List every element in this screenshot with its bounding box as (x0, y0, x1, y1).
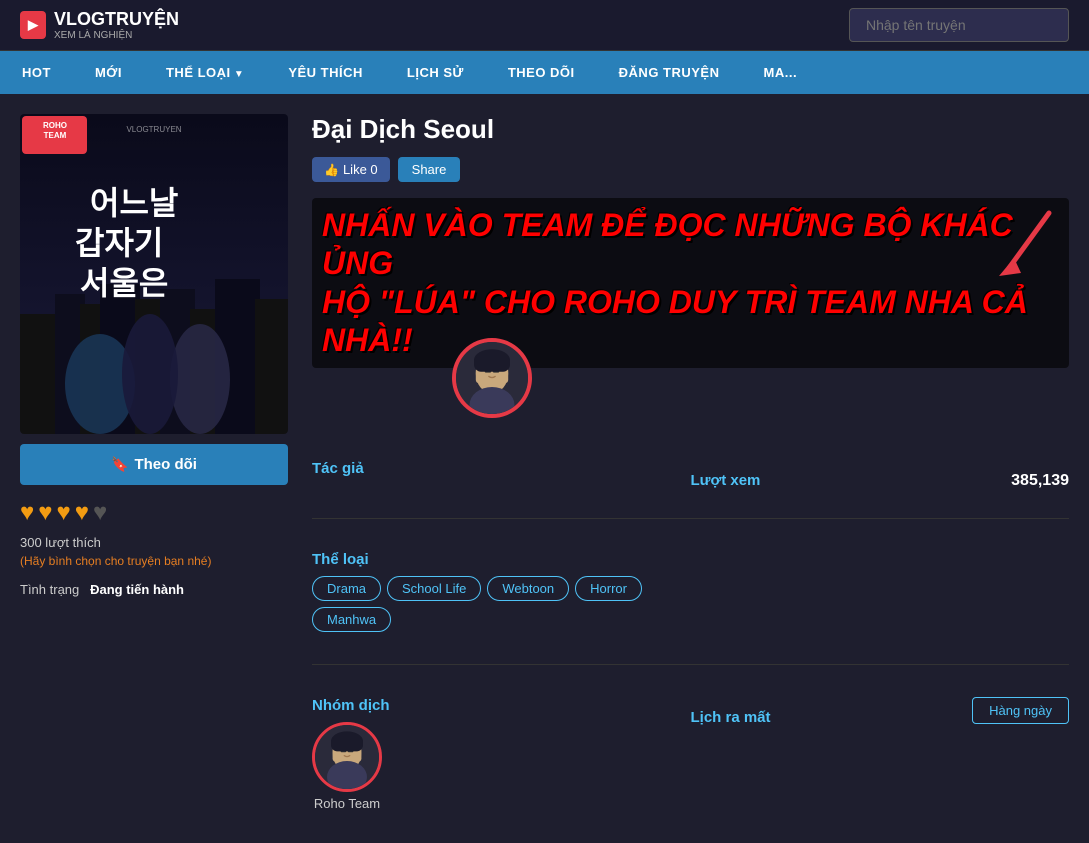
genre-drama[interactable]: Drama (312, 576, 381, 601)
manga-title: Đại Dịch Seoul (312, 114, 1069, 145)
genre-school-life[interactable]: School Life (387, 576, 481, 601)
nav-moi[interactable]: MỚI (73, 51, 144, 94)
luot-xem-value: 385,139 (1011, 460, 1069, 494)
nav-lich-su[interactable]: LỊCH SỬ (385, 51, 486, 94)
lich-ra-mat-label: Lịch ra mất (691, 697, 771, 730)
nhom-dich-area: Roho Team (312, 718, 691, 823)
promo-text-line2: HỘ "LÚA" CHO ROHO DUY TRÌ TEAM NHA CẢ NH… (322, 283, 1059, 360)
nav-the-loai[interactable]: THỂ LOẠI (144, 51, 266, 94)
star-1[interactable]: ♥ (20, 499, 34, 527)
translator-promo-avatar[interactable] (452, 338, 532, 418)
tac-gia-label: Tác giả (312, 448, 691, 498)
promo-arrow-icon (979, 208, 1059, 288)
site-tagline: XEM LÀ NGHIỆN (54, 30, 179, 41)
follow-button[interactable]: 🔖 Theo dõi (20, 444, 288, 485)
site-name: VLOGTRUYỆN (54, 9, 179, 30)
nav-yeu-thich[interactable]: YÊU THÍCH (266, 51, 385, 94)
translator-avatar-small (315, 722, 379, 792)
header: ▶ VLOGTRUYỆN XEM LÀ NGHIỆN (0, 0, 1089, 51)
svg-text:TEAM: TEAM (44, 131, 67, 140)
star-4[interactable]: ♥ (75, 499, 89, 527)
rating-prompt-link[interactable]: (Hãy bình chọn cho truyện bạn nhé) (20, 554, 288, 568)
nav-hot[interactable]: HOT (0, 51, 73, 94)
main-nav: HOT MỚI THỂ LOẠI YÊU THÍCH LỊCH SỬ THEO … (0, 51, 1089, 94)
translator-avatar-image (456, 338, 528, 418)
bookmark-icon: 🔖 (111, 456, 128, 473)
divider-1 (312, 518, 1069, 519)
cover-svg: ROHO TEAM VLOGTRUYEN 어느날 갑자기 서울은 (20, 114, 288, 434)
release-badge: Hàng ngày (972, 697, 1069, 724)
svg-text:어느날: 어느날 (90, 185, 178, 221)
star-2[interactable]: ♥ (38, 499, 52, 527)
content-area: ROHO TEAM VLOGTRUYEN 어느날 갑자기 서울은 🔖 Theo … (20, 114, 1069, 823)
rating-count: 300 lượt thích (Hãy bình chọn cho truyện… (20, 535, 288, 568)
info-side: Đại Dịch Seoul 👍 Like 0 Share NHẤN VÀO T… (312, 114, 1069, 823)
main-content: ROHO TEAM VLOGTRUYEN 어느날 갑자기 서울은 🔖 Theo … (0, 94, 1089, 843)
cover-side: ROHO TEAM VLOGTRUYEN 어느날 갑자기 서울은 🔖 Theo … (20, 114, 288, 823)
promo-text-line1: NHẤN VÀO TEAM ĐỂ ĐỌC NHỮNG BỘ KHÁC ỦNG (322, 206, 1059, 283)
svg-text:서울은: 서울은 (80, 265, 168, 301)
divider-2 (312, 664, 1069, 665)
svg-text:갑자기: 갑자기 (75, 225, 163, 261)
genre-manhwa[interactable]: Manhwa (312, 607, 391, 632)
social-row: 👍 Like 0 Share (312, 157, 1069, 182)
translator-avatar[interactable] (312, 722, 382, 792)
the-loai-label: Thể loại (312, 539, 691, 572)
thumb-icon: 👍 (324, 163, 339, 177)
like-button[interactable]: 👍 Like 0 (312, 157, 390, 182)
manga-cover: ROHO TEAM VLOGTRUYEN 어느날 갑자기 서울은 (20, 114, 288, 434)
nav-dang-truyen[interactable]: ĐĂNG TRUYỆN (597, 51, 742, 94)
info-grid: Tác giả Lượt xem 385,139 Thể loại Drama … (312, 448, 1069, 823)
nav-theo-doi[interactable]: THEO DÕI (486, 51, 597, 94)
genre-tags: Drama School Life Webtoon Horror Manhwa (312, 572, 691, 644)
genre-horror[interactable]: Horror (575, 576, 642, 601)
svg-text:ROHO: ROHO (43, 121, 67, 130)
translator-name: Roho Team (312, 796, 382, 811)
nav-more[interactable]: MA... (742, 51, 820, 94)
svg-text:VLOGTRUYEN: VLOGTRUYEN (126, 125, 181, 134)
share-button[interactable]: Share (398, 157, 461, 182)
logo-icon: ▶ (20, 11, 46, 39)
status-value: Đang tiến hành (90, 582, 184, 597)
nhom-dich-label: Nhóm dịch (312, 685, 691, 718)
logo-area: ▶ VLOGTRUYỆN XEM LÀ NGHIỆN (20, 9, 179, 41)
status-row: Tình trạng Đang tiến hành (20, 582, 288, 597)
genre-webtoon[interactable]: Webtoon (487, 576, 569, 601)
search-input[interactable] (849, 8, 1069, 42)
star-5[interactable]: ♥ (93, 499, 107, 527)
luot-xem-label: Lượt xem (691, 460, 761, 493)
star-3[interactable]: ♥ (57, 499, 71, 527)
star-rating: ♥ ♥ ♥ ♥ ♥ (20, 499, 288, 527)
promo-banner: NHẤN VÀO TEAM ĐỂ ĐỌC NHỮNG BỘ KHÁC ỦNG H… (312, 198, 1069, 368)
